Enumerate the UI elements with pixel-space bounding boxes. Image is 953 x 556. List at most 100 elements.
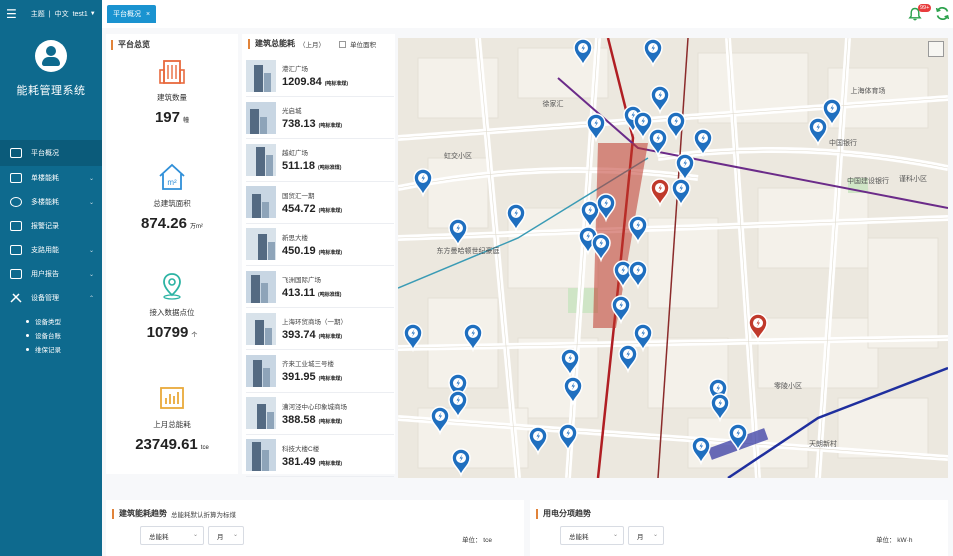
map-block xyxy=(517,337,599,419)
top-bar: 平台概况 × 99+ xyxy=(102,0,953,28)
building-thumbnail xyxy=(246,186,276,219)
alarm-marker-icon[interactable] xyxy=(650,178,670,208)
building-marker-icon[interactable] xyxy=(618,344,638,374)
divider: | xyxy=(48,10,51,18)
chevron-down-icon: ⌄ xyxy=(88,199,94,206)
building-thumbnail xyxy=(246,354,276,387)
menu-item-multi-building[interactable]: 多楼能耗 ⌄ xyxy=(0,190,102,214)
submenu-item-maintenance-records[interactable]: 维保记录 xyxy=(0,342,102,356)
fullscreen-icon[interactable] xyxy=(928,41,944,57)
theme-switch[interactable]: 主题 xyxy=(31,9,45,19)
submenu-item-label: 维保记录 xyxy=(35,347,61,354)
menu-item-label: 单楼能耗 xyxy=(31,175,59,182)
unit-area-checkbox[interactable]: 单位面积 xyxy=(339,39,376,49)
building-marker-icon[interactable] xyxy=(451,448,471,478)
building-marker-icon[interactable] xyxy=(448,218,468,248)
building-name: 上海环贸商场（一期） xyxy=(282,319,347,327)
submenu-item-device-ledger[interactable]: 设备台账 xyxy=(0,328,102,342)
building-name: 科技大楼C楼 xyxy=(282,445,320,453)
building-marker-icon[interactable] xyxy=(643,38,663,68)
building-list-item[interactable]: 上海环贸商场（一期） 393.74 (吨标准煤) xyxy=(246,308,394,351)
map-label: 中国银行 xyxy=(829,138,857,147)
checkbox-icon[interactable] xyxy=(339,40,346,48)
building-list-item[interactable]: 飞洲国际广场 413.11 (吨标准煤) xyxy=(246,266,394,309)
building-name: 漕河泾中心印象城商场 xyxy=(282,403,347,411)
building-name: 光启城 xyxy=(282,108,302,116)
tools-icon xyxy=(10,293,22,303)
tab-overview[interactable]: 平台概况 × xyxy=(107,5,157,23)
stat-value: 874.26 万m² xyxy=(141,215,203,232)
menu-item-label: 多楼能耗 xyxy=(31,199,59,206)
building-energy-trend-panel: 建筑能耗趋势 总能耗默认折算为标煤 总能耗 ⌄ 月 ⌄ 单位： tce xyxy=(106,500,524,556)
chevron-down-icon[interactable]: ▼ xyxy=(90,11,96,17)
building-list-item[interactable]: 漕河泾中心印象城商场 388.58 (吨标准煤) xyxy=(246,393,394,435)
menu-item-label: 用户报告 xyxy=(31,271,59,278)
energy-type-select[interactable]: 总能耗 ⌄ xyxy=(140,526,204,545)
period-select[interactable]: 月 ⌄ xyxy=(628,526,664,545)
hamburger-menu-icon[interactable]: ☰ xyxy=(6,8,17,20)
building-marker-icon[interactable] xyxy=(528,426,548,456)
building-marker-icon[interactable] xyxy=(808,117,828,147)
building-list: 港汇广场 1209.84 (吨标准煤) 光启城 738.13 (吨标准煤) 越虹广场 511.… xyxy=(246,55,394,477)
building-marker-icon[interactable] xyxy=(650,85,670,115)
stat-label: 接入数据点位 xyxy=(149,308,195,317)
house-area-icon: m² xyxy=(159,163,185,190)
building-marker-icon[interactable] xyxy=(628,215,648,245)
building-map[interactable]: 徐家汇 虹交小区 东方曼哈顿世纪豪庭 零陵小区 中国银行 上海体育场 天朗新村 中国建设银行 谨… xyxy=(398,38,948,478)
building-thumbnail xyxy=(246,439,276,472)
close-icon[interactable]: × xyxy=(146,11,150,18)
building-list-item[interactable]: 光启城 738.13 (吨标准煤) xyxy=(246,97,394,140)
menu-item-branch-energy[interactable]: 支路用能 ⌄ xyxy=(0,238,102,262)
building-list-item[interactable]: 越虹广场 511.18 (吨标准煤) xyxy=(246,139,394,182)
branch-icon xyxy=(10,245,22,255)
building-marker-icon[interactable] xyxy=(558,423,578,453)
menu-item-overview[interactable]: 平台概况 xyxy=(0,140,102,166)
building-list-item[interactable]: 科技大楼C楼 381.49 (吨标准煤) xyxy=(246,435,394,477)
menu-item-device-management[interactable]: 设备管理 ⌃ xyxy=(0,286,102,310)
building-name: 齐来工业城三号楼 xyxy=(282,361,334,369)
stat-data-points: 接入数据点位 10799 个 xyxy=(106,271,238,341)
chevron-down-icon: ⌄ xyxy=(192,532,198,538)
stat-label: 上月总能耗 xyxy=(153,420,191,429)
bullet-icon xyxy=(26,319,29,323)
monitor-icon xyxy=(10,148,22,158)
map-block xyxy=(757,317,879,389)
menu-item-alarms[interactable]: 报警记录 xyxy=(0,214,102,238)
map-label: 虹交小区 xyxy=(444,151,472,160)
building-marker-icon[interactable] xyxy=(628,260,648,290)
chevron-down-icon: ⌄ xyxy=(88,247,94,254)
user-name[interactable]: test1 xyxy=(73,11,88,18)
menu-item-user-report[interactable]: 用户报告 ⌄ xyxy=(0,262,102,286)
refresh-icon[interactable] xyxy=(935,6,950,21)
menu-item-single-building[interactable]: 单楼能耗 ⌄ xyxy=(0,166,102,190)
location-pin-icon xyxy=(163,273,181,300)
building-energy-value: 738.13 (吨标准煤) xyxy=(282,118,342,131)
building-list-item[interactable]: 新思大楼 450.19 (吨标准煤) xyxy=(246,224,394,266)
map-label: 上海体育场 xyxy=(851,86,886,95)
energy-type-select[interactable]: 总能耗 ⌄ xyxy=(560,526,624,545)
building-icon xyxy=(159,60,185,84)
building-list-item[interactable]: 港汇广场 1209.84 (吨标准煤) xyxy=(246,55,394,98)
building-list-item[interactable]: 国贸汇一期 454.72 (吨标准煤) xyxy=(246,182,394,224)
map-canvas[interactable]: 徐家汇虹交小区东方曼哈顿世纪豪庭零陵小区 中国银行 上海体育场天朗新村 中国建设银行 谨… xyxy=(398,38,948,478)
stat-value: 23749.61 tce xyxy=(135,436,209,453)
building-list-item[interactable]: 齐来工业城三号楼 391.95 (吨标准煤) xyxy=(246,350,394,393)
section-title: 建筑能耗趋势 总能耗默认折算为标煤 xyxy=(112,508,236,519)
building-thumbnail xyxy=(246,270,276,303)
map-block xyxy=(427,157,489,229)
building-name: 越虹广场 xyxy=(282,150,308,158)
submenu-item-device-type[interactable]: 设备类型 xyxy=(0,314,102,328)
stat-building-area: m² 总建筑面积 874.26 万m² xyxy=(106,162,238,232)
building-thumbnail xyxy=(246,101,276,134)
building-energy-value: 454.72 (吨标准煤) xyxy=(282,202,342,215)
building-marker-icon[interactable] xyxy=(671,178,691,208)
language-switch[interactable]: 中文 xyxy=(55,9,69,19)
building-energy-value: 388.58 (吨标准煤) xyxy=(282,413,342,426)
chevron-down-icon: ⌄ xyxy=(88,175,94,182)
section-title: 平台总览 xyxy=(111,39,150,50)
unit-label: 单位： tce xyxy=(462,537,492,544)
period-select[interactable]: 月 ⌄ xyxy=(208,526,244,545)
building-marker-icon[interactable] xyxy=(710,393,730,423)
section-title: 建筑总能耗 （上月） xyxy=(248,38,325,49)
building-marker-icon[interactable] xyxy=(666,111,686,141)
